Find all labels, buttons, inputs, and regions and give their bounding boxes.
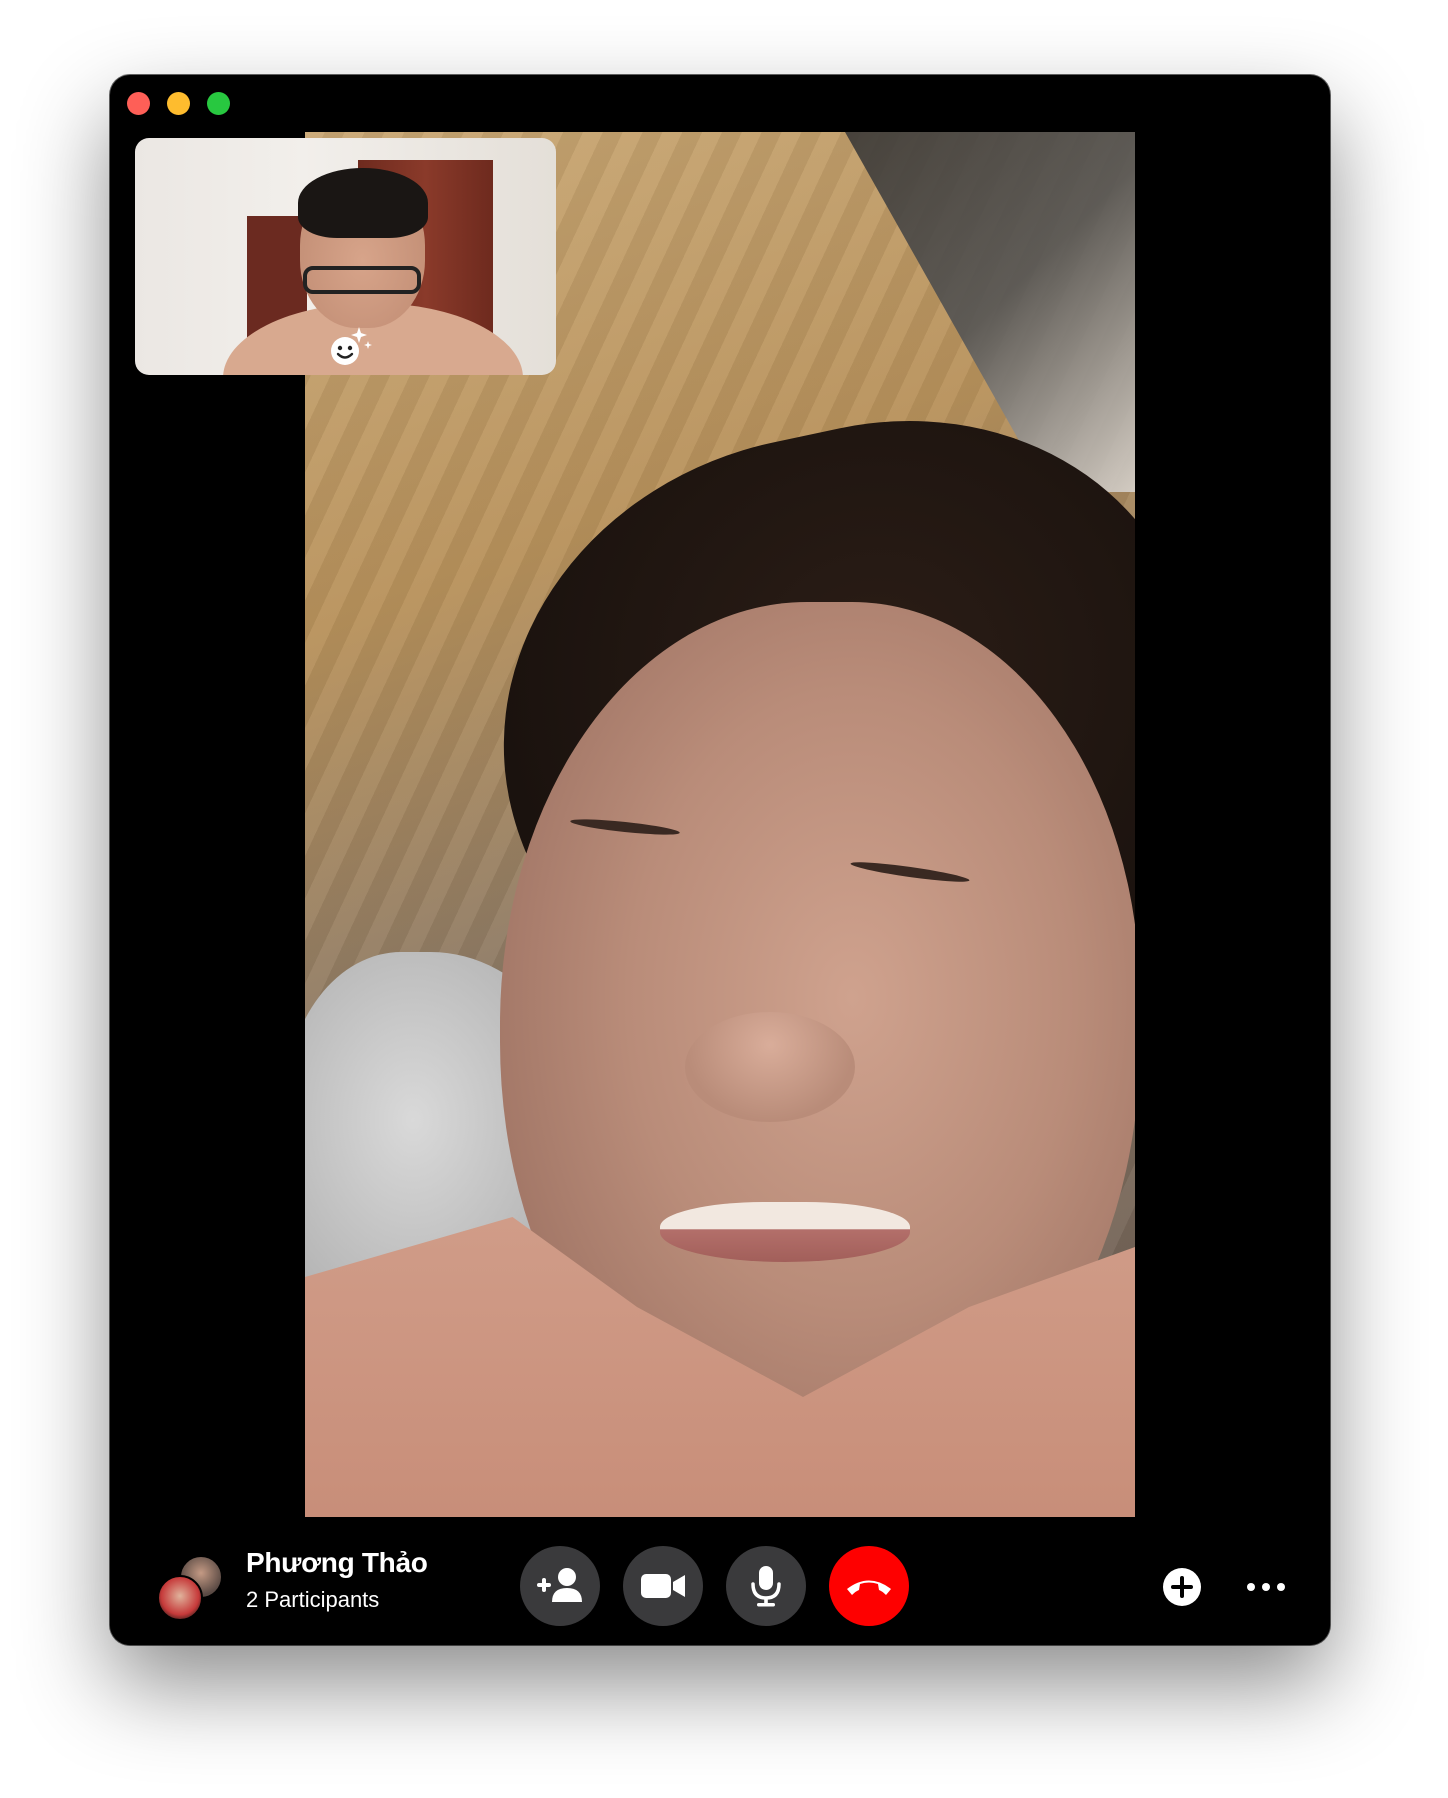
remote-nose [685, 1012, 855, 1122]
video-toggle-button[interactable] [623, 1546, 703, 1626]
zoom-window-button[interactable] [207, 92, 230, 115]
plus-circle-icon [1163, 1568, 1201, 1606]
participants-count: 2 Participants [246, 1587, 380, 1612]
phone-hangup-icon [847, 1580, 891, 1595]
self-view-hair [298, 168, 428, 238]
add-button[interactable] [1154, 1559, 1210, 1615]
traffic-lights [127, 92, 230, 115]
microphone-icon [751, 1566, 781, 1607]
participant-avatars [157, 1555, 231, 1621]
add-person-button[interactable] [520, 1546, 600, 1626]
self-view-glasses [303, 266, 421, 294]
mute-button[interactable] [726, 1546, 806, 1626]
facetime-window: Phương Thảo 2 Participants [110, 75, 1330, 1645]
more-options-button[interactable] [1238, 1559, 1294, 1615]
effects-sparkle-icon[interactable] [325, 323, 373, 371]
remote-mouth [660, 1202, 910, 1262]
self-view-preview[interactable] [135, 138, 556, 375]
avatar [157, 1575, 203, 1621]
call-controls-bar: Phương Thảo 2 Participants [110, 1517, 1330, 1645]
person-add-icon [537, 1568, 582, 1602]
close-window-button[interactable] [127, 92, 150, 115]
ellipsis-icon [1247, 1583, 1285, 1591]
caller-name: Phương Thảo [246, 1547, 428, 1578]
video-camera-icon [641, 1574, 685, 1598]
minimize-window-button[interactable] [167, 92, 190, 115]
end-call-button[interactable] [829, 1546, 909, 1626]
